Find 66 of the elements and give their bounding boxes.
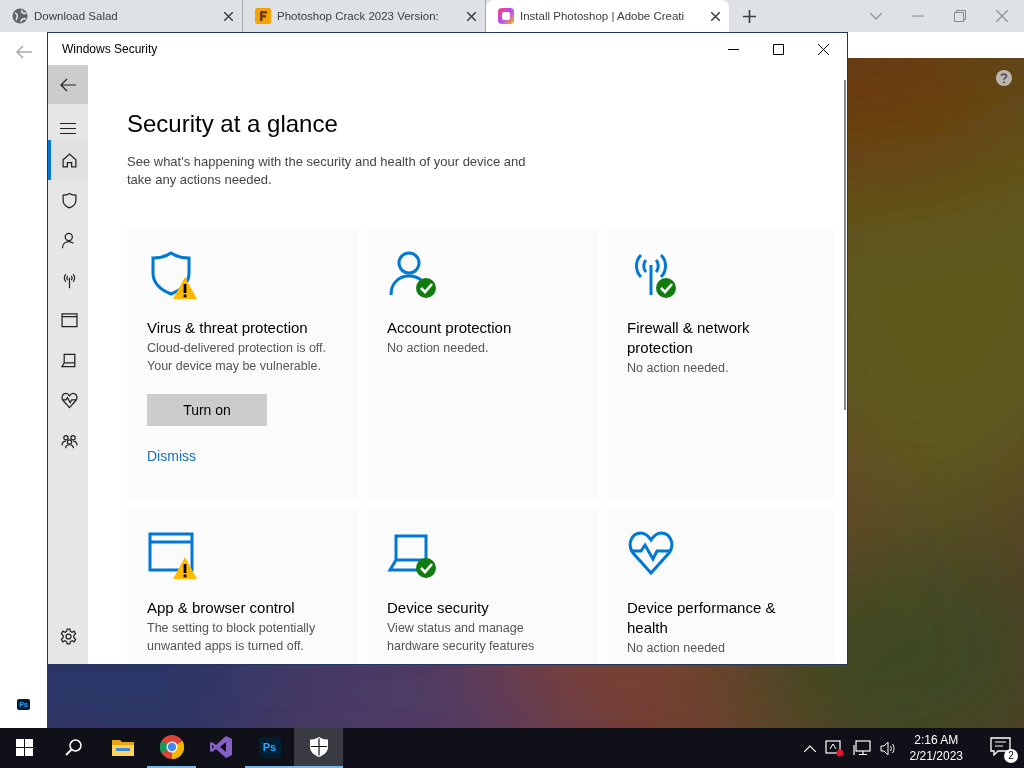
scrollbar[interactable]: [844, 80, 846, 410]
card-description: No action needed.: [627, 360, 730, 377]
back-button[interactable]: [48, 65, 88, 104]
status-card[interactable]: Firewall & network protection No action needed.: [607, 229, 835, 499]
folder-icon: [111, 737, 134, 757]
card-title[interactable]: Firewall & network protection: [627, 318, 805, 358]
taskbar-app[interactable]: [294, 728, 343, 768]
status-card[interactable]: Account protection No action needed.: [367, 229, 598, 499]
close-icon[interactable]: [224, 11, 233, 21]
browser-window-icon: [61, 311, 78, 329]
time-text: 2:16 AM: [914, 732, 959, 748]
window-title: Windows Security: [62, 42, 159, 56]
chevron-up-icon[interactable]: [803, 744, 816, 752]
start-icon: [16, 738, 33, 756]
clock[interactable]: 2:16 AM 2/21/2023: [905, 732, 975, 764]
favicon-icon: [255, 8, 271, 24]
dismiss-link[interactable]: Dismiss: [147, 448, 196, 464]
plus-icon[interactable]: [743, 9, 756, 23]
card-description: The setting to block potentially unwanted apps is turned off.: [147, 620, 317, 655]
browser-tab[interactable]: Install Photoshop | Adobe Creati: [486, 0, 729, 32]
status-card[interactable]: Device performance & health No action needed: [607, 509, 835, 664]
card-title[interactable]: Device security: [387, 598, 565, 618]
back-arrow-icon: [60, 77, 76, 92]
settings-icon[interactable]: [59, 628, 77, 645]
speaker-icon[interactable]: [879, 740, 897, 756]
close-icon[interactable]: [711, 11, 720, 21]
page-subtitle: See what's happening with the security and health of your device and take any actions needed.: [127, 153, 527, 189]
nav-item[interactable]: [48, 140, 88, 180]
shield-icon: [61, 191, 78, 209]
status-card[interactable]: Virus & threat protection Cloud-delivered protection is off. Your device may be vulnerable. Turn on Dismiss: [127, 229, 358, 499]
notification-count: 2: [1004, 749, 1018, 763]
ribbon-icon: [208, 735, 233, 759]
restore-icon[interactable]: [954, 10, 966, 22]
chevron-down-icon[interactable]: [870, 12, 882, 20]
card-title[interactable]: Device performance & health: [627, 598, 805, 638]
shield-icon: [309, 737, 328, 757]
date-text: 2/21/2023: [909, 748, 963, 764]
page-heading: Security at a glance: [127, 109, 339, 139]
browser-icon: [159, 735, 184, 759]
laptop-icon: [61, 351, 78, 369]
status-card[interactable]: Device security View status and manage hardware security features: [367, 509, 598, 664]
menu-icon[interactable]: [60, 123, 76, 134]
minimize-icon[interactable]: [728, 48, 739, 50]
status-card[interactable]: App & browser control The setting to block potentially unwanted apps is turned off.: [127, 509, 358, 664]
card-title[interactable]: Virus & threat protection: [147, 318, 325, 338]
security-status-icon[interactable]: [824, 739, 844, 757]
app-icon: Ps: [258, 736, 281, 758]
card-title[interactable]: Account protection: [387, 318, 565, 338]
globe-icon: [12, 8, 28, 24]
close-icon[interactable]: [818, 43, 829, 55]
home-icon: [61, 151, 78, 169]
card-description: View status and manage hardware security features: [387, 620, 536, 655]
card-description: No action needed.: [387, 340, 490, 357]
card-description: No action needed: [627, 640, 726, 657]
favicon-icon: [498, 8, 514, 24]
card-description: Cloud-delivered protection is off. Your device may be vulnerable.: [147, 340, 328, 375]
turn-on-button[interactable]: Turn on: [147, 394, 267, 426]
maximize-icon[interactable]: [773, 43, 784, 55]
notification-icon[interactable]: [990, 737, 1012, 757]
heart-icon: [61, 391, 78, 409]
antenna-icon: [61, 271, 78, 289]
help-icon[interactable]: [996, 70, 1012, 86]
network-icon[interactable]: [852, 740, 871, 756]
close-icon[interactable]: [467, 11, 476, 21]
search-icon: [65, 738, 82, 756]
card-title[interactable]: App & browser control: [147, 598, 325, 618]
